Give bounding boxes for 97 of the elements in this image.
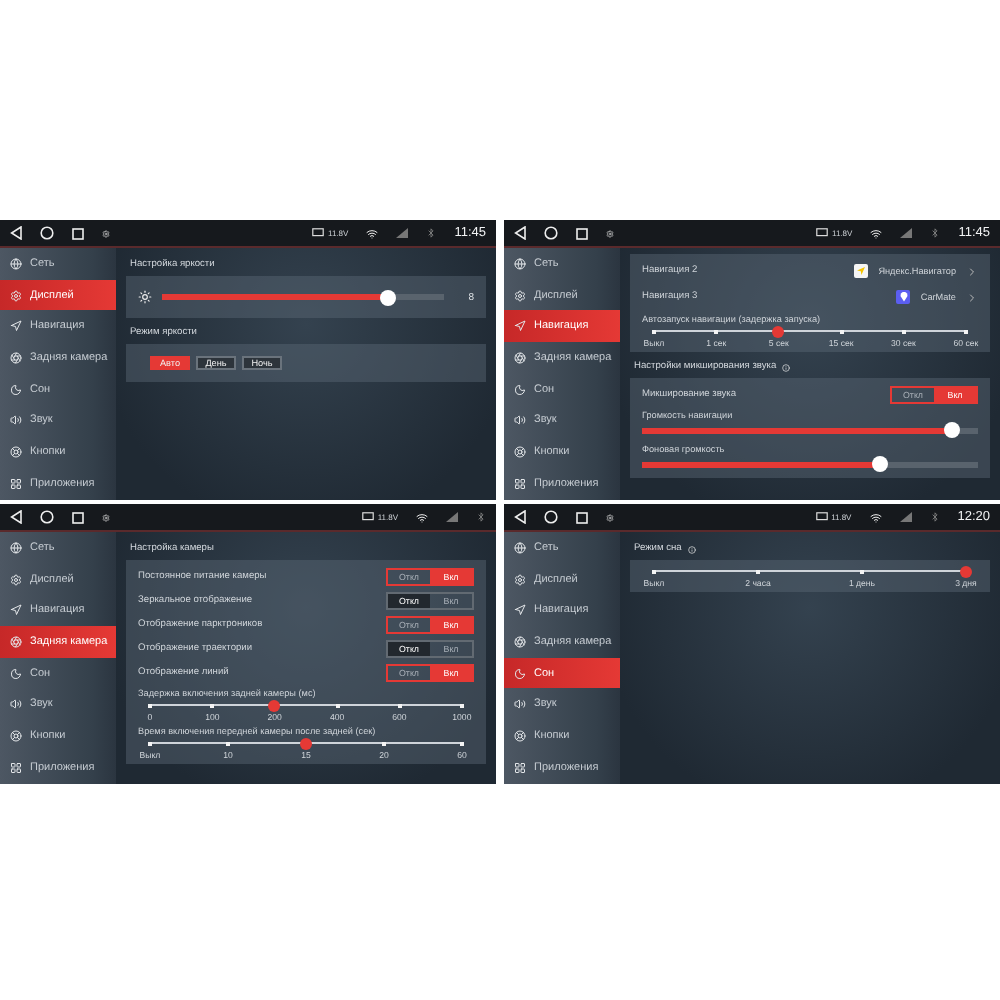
signal-icon xyxy=(396,228,409,238)
speaker-icon xyxy=(514,414,526,427)
signal-icon xyxy=(899,512,912,522)
aperture-icon xyxy=(10,351,22,364)
home-icon[interactable] xyxy=(544,510,558,524)
home-icon[interactable] xyxy=(40,226,54,240)
globe-icon xyxy=(10,257,22,270)
wifi-icon xyxy=(869,511,882,523)
navigation-arrow-icon xyxy=(514,320,526,333)
monitor-icon xyxy=(312,228,325,238)
steering-wheel-icon xyxy=(10,729,22,742)
aperture-icon xyxy=(10,635,22,648)
globe-icon xyxy=(514,541,526,554)
recent-apps-icon[interactable] xyxy=(576,227,588,239)
navigation-arrow-icon xyxy=(10,320,22,333)
bluetooth-icon xyxy=(929,512,940,522)
bluetooth-icon xyxy=(476,512,486,522)
tick-mark[interactable] xyxy=(714,329,719,333)
monitor-icon xyxy=(816,228,829,238)
slider-thumb[interactable] xyxy=(268,699,281,711)
wifi-icon xyxy=(870,227,883,239)
slider-thumb[interactable] xyxy=(379,289,396,305)
slider-thumb[interactable] xyxy=(872,456,889,472)
gear-icon xyxy=(514,289,526,302)
gear-icon xyxy=(10,289,22,302)
moon-icon xyxy=(514,383,526,396)
settings-icon[interactable] xyxy=(102,513,110,521)
recent-apps-icon[interactable] xyxy=(72,227,84,239)
globe-icon xyxy=(514,257,526,270)
tick-mark[interactable] xyxy=(901,329,906,333)
back-icon[interactable] xyxy=(10,510,22,524)
slider-track[interactable] xyxy=(162,294,444,300)
home-icon[interactable] xyxy=(40,510,54,524)
tick-mark[interactable] xyxy=(459,703,464,707)
signal-icon xyxy=(900,228,913,238)
gear-icon xyxy=(514,573,526,586)
wifi-icon xyxy=(416,511,428,523)
speaker-icon xyxy=(514,698,526,711)
slider-track[interactable] xyxy=(642,461,978,467)
tick-mark[interactable] xyxy=(226,741,230,745)
slider-thumb[interactable] xyxy=(960,565,972,577)
tick-mark[interactable] xyxy=(382,741,386,745)
tick-mark[interactable] xyxy=(652,569,656,573)
settings-icon[interactable] xyxy=(102,229,110,237)
info-icon[interactable] xyxy=(687,545,696,553)
settings-icon[interactable] xyxy=(606,513,614,521)
wifi-icon xyxy=(366,227,379,239)
tick-mark[interactable] xyxy=(148,741,152,745)
settings-icon[interactable] xyxy=(606,229,614,237)
tick-mark[interactable] xyxy=(148,703,152,707)
tick-mark[interactable] xyxy=(963,329,968,333)
recent-apps-icon[interactable] xyxy=(72,511,84,523)
moon-icon xyxy=(10,383,22,396)
back-icon[interactable] xyxy=(514,226,526,240)
grid-icon xyxy=(10,761,22,774)
aperture-icon xyxy=(514,351,526,364)
navigation-arrow-icon xyxy=(10,604,22,617)
aperture-icon xyxy=(514,635,526,648)
tick-mark[interactable] xyxy=(335,703,340,707)
monitor-icon xyxy=(815,512,828,522)
info-icon[interactable] xyxy=(782,363,791,371)
moon-icon xyxy=(514,667,526,680)
chevron-right-icon[interactable] xyxy=(966,265,978,277)
app-icon xyxy=(854,264,869,278)
slider-thumb[interactable] xyxy=(772,325,785,337)
signal-icon xyxy=(446,512,458,522)
tick-mark[interactable] xyxy=(210,703,215,707)
steering-wheel-icon xyxy=(514,445,526,458)
tick-mark[interactable] xyxy=(652,329,656,333)
globe-icon xyxy=(10,541,22,554)
speaker-icon xyxy=(10,414,22,427)
gear-icon xyxy=(10,573,22,586)
chevron-right-icon[interactable] xyxy=(966,291,978,303)
tick-mark[interactable] xyxy=(756,569,760,573)
moon-icon xyxy=(10,667,22,680)
bluetooth-icon xyxy=(426,228,437,238)
recent-apps-icon[interactable] xyxy=(576,511,588,523)
steering-wheel-icon xyxy=(514,729,526,742)
tick-mark[interactable] xyxy=(460,741,464,745)
bluetooth-icon xyxy=(930,228,941,238)
app-icon xyxy=(896,290,911,304)
grid-icon xyxy=(514,477,526,490)
speaker-icon xyxy=(10,698,22,711)
monitor-icon xyxy=(361,512,374,522)
tick-mark[interactable] xyxy=(839,329,844,333)
slider-thumb[interactable] xyxy=(943,422,960,438)
steering-wheel-icon xyxy=(10,445,22,458)
home-icon[interactable] xyxy=(544,226,558,240)
tick-mark[interactable] xyxy=(860,569,864,573)
back-icon[interactable] xyxy=(514,510,526,524)
grid-icon xyxy=(10,477,22,490)
tick-mark[interactable] xyxy=(397,703,402,707)
brightness-icon xyxy=(138,290,152,304)
back-icon[interactable] xyxy=(10,226,22,240)
slider-thumb[interactable] xyxy=(300,737,312,749)
grid-icon xyxy=(514,761,526,774)
navigation-arrow-icon xyxy=(514,604,526,617)
